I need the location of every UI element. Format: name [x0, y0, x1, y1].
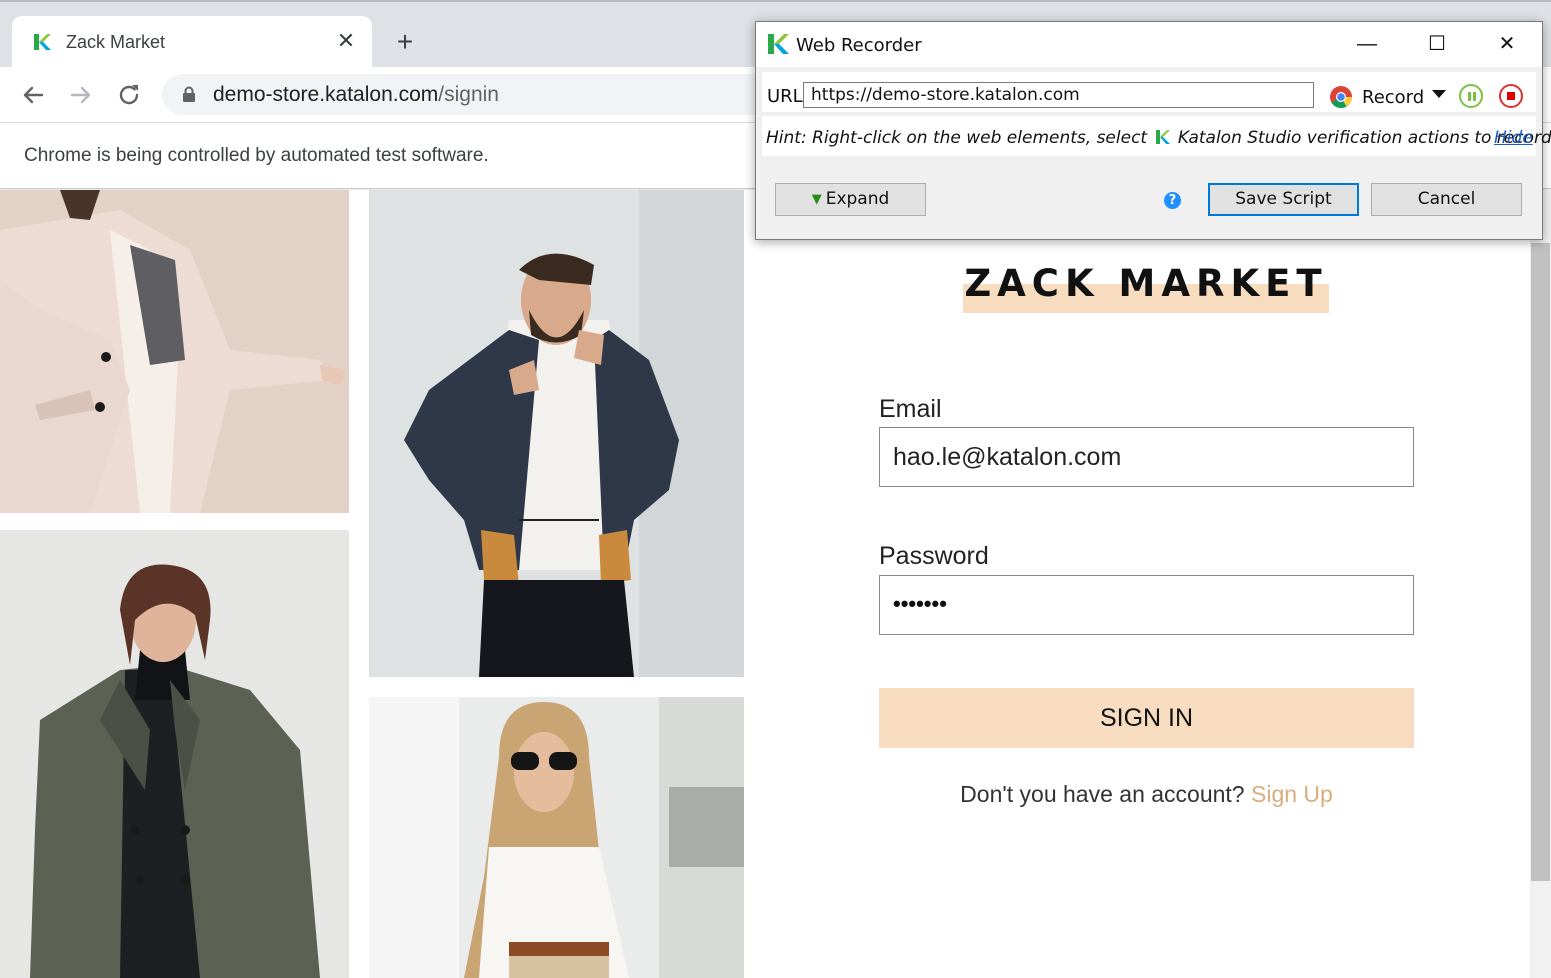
forward-arrow-icon[interactable]: [65, 79, 97, 111]
dialog-titlebar[interactable]: Web Recorder — ☐ ✕: [756, 22, 1542, 67]
address-host: demo-store.katalon.com: [213, 83, 439, 106]
reload-icon[interactable]: [113, 79, 145, 111]
expand-button[interactable]: ▼ Expand: [775, 183, 926, 216]
url-label: URL: [767, 86, 803, 107]
lock-icon: [183, 86, 195, 102]
tab-close-icon[interactable]: ✕: [334, 29, 358, 53]
chrome-browser-icon[interactable]: [1329, 85, 1353, 109]
password-field[interactable]: [879, 575, 1414, 635]
sign-in-button[interactable]: SIGN IN: [879, 688, 1414, 748]
stop-icon[interactable]: [1499, 84, 1523, 108]
new-tab-icon[interactable]: +: [390, 28, 420, 58]
hint-text: Hint: Right-click on the web elements, s…: [766, 128, 1551, 148]
record-label[interactable]: Record: [1362, 87, 1424, 108]
email-label: Email: [879, 395, 942, 423]
photo-denim-jacket: [369, 190, 744, 677]
photo-sunglasses: [369, 697, 744, 978]
sign-up-link[interactable]: Sign Up: [1251, 781, 1333, 807]
minimize-icon[interactable]: —: [1332, 22, 1402, 67]
infobar-message: Chrome is being controlled by automated …: [24, 145, 489, 166]
address-bar[interactable]: demo-store.katalon.com/signin: [162, 74, 782, 115]
scrollbar-thumb[interactable]: [1531, 243, 1550, 881]
web-recorder-dialog: Web Recorder — ☐ ✕ URL Record Hint: Righ…: [755, 21, 1551, 240]
photo-blush-blazer: [0, 190, 349, 513]
password-label: Password: [879, 542, 989, 570]
dialog-title: Web Recorder: [796, 35, 922, 56]
katalon-logo-icon: [768, 34, 789, 54]
photo-green-coat: [0, 530, 349, 978]
page-content: ZACK MARKET Email Password ••••••• SIGN …: [0, 190, 1551, 978]
tab-title: Zack Market: [66, 32, 166, 52]
expand-label: Expand: [825, 189, 890, 209]
cancel-button[interactable]: Cancel: [1371, 183, 1522, 216]
url-row: URL Record: [762, 72, 1536, 112]
katalon-hint-icon: [1155, 130, 1170, 144]
hide-hint-link[interactable]: Hide: [1494, 128, 1533, 148]
record-dropdown-icon[interactable]: [1432, 90, 1446, 98]
help-icon[interactable]: ?: [1164, 192, 1181, 209]
back-arrow-icon[interactable]: [17, 79, 49, 111]
address-path: /signin: [438, 83, 499, 106]
hint-row: Hint: Right-click on the web elements, s…: [762, 116, 1551, 156]
browser-tab[interactable]: Zack Market ✕: [12, 16, 372, 69]
save-script-button[interactable]: Save Script: [1208, 183, 1359, 216]
maximize-icon[interactable]: ☐: [1402, 22, 1472, 67]
brand-logo: ZACK MARKET: [963, 262, 1329, 314]
pause-icon[interactable]: [1459, 84, 1483, 108]
url-input[interactable]: [803, 82, 1314, 108]
address-text: demo-store.katalon.com/signin: [213, 83, 499, 107]
signup-prompt: Don't you have an account?: [960, 781, 1245, 807]
signup-line: Don't you have an account? Sign Up: [879, 781, 1414, 808]
email-field[interactable]: [879, 427, 1414, 487]
katalon-favicon-icon: [34, 34, 51, 50]
close-icon[interactable]: ✕: [1472, 22, 1542, 67]
brand-text: ZACK MARKET: [964, 262, 1328, 305]
password-masked-value: •••••••: [893, 591, 947, 616]
chevron-down-icon: ▼: [811, 192, 822, 207]
hint-text-start: Hint: Right-click on the web elements, s…: [766, 128, 1148, 148]
